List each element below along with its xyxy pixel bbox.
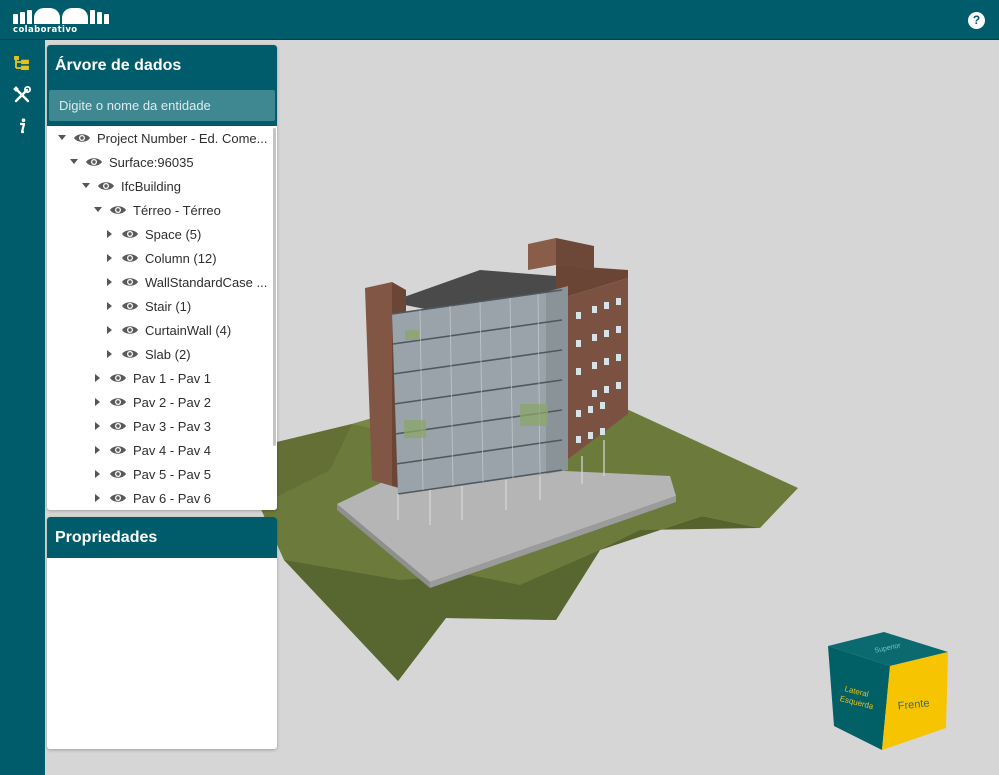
visibility-eye-icon[interactable] xyxy=(85,156,103,168)
tree-item[interactable]: Stair (1) xyxy=(47,294,269,318)
tools-icon xyxy=(13,86,31,103)
caret-right-icon[interactable] xyxy=(105,253,115,263)
caret-down-icon[interactable] xyxy=(57,133,67,143)
caret-down-icon[interactable] xyxy=(69,157,79,167)
caret-right-icon[interactable] xyxy=(93,445,103,455)
tree-item-label[interactable]: Pav 3 - Pav 3 xyxy=(133,419,211,434)
visibility-eye-icon[interactable] xyxy=(109,492,127,504)
visibility-eye-icon[interactable] xyxy=(109,420,127,432)
visibility-eye-icon[interactable] xyxy=(109,468,127,480)
tree-item-label[interactable]: Surface:96035 xyxy=(109,155,194,170)
tree-item[interactable]: Project Number - Ed. Come... xyxy=(47,126,269,150)
tree-item-label[interactable]: Stair (1) xyxy=(145,299,191,314)
visibility-eye-icon[interactable] xyxy=(121,324,139,336)
caret-right-icon[interactable] xyxy=(93,397,103,407)
tree-item[interactable]: CurtainWall (4) xyxy=(47,318,269,342)
caret-right-icon[interactable] xyxy=(93,469,103,479)
tree-item-label[interactable]: Project Number - Ed. Come... xyxy=(97,131,268,146)
logo-mark xyxy=(13,8,109,24)
tree-item[interactable]: Pav 3 - Pav 3 xyxy=(47,414,269,438)
visibility-eye-icon[interactable] xyxy=(73,132,91,144)
info-button[interactable] xyxy=(9,114,35,138)
entity-search-input[interactable] xyxy=(49,90,275,121)
logo-text: colaborativo xyxy=(13,25,78,35)
visibility-eye-icon[interactable] xyxy=(97,180,115,192)
tree-item[interactable]: Pav 5 - Pav 5 xyxy=(47,462,269,486)
info-icon xyxy=(20,118,26,134)
caret-right-icon[interactable] xyxy=(93,421,103,431)
tree-item-label[interactable]: Slab (2) xyxy=(145,347,191,362)
visibility-eye-icon[interactable] xyxy=(109,372,127,384)
caret-right-icon[interactable] xyxy=(105,277,115,287)
tree-item[interactable]: Pav 4 - Pav 4 xyxy=(47,438,269,462)
visibility-eye-icon[interactable] xyxy=(109,396,127,408)
tree-item[interactable]: Space (5) xyxy=(47,222,269,246)
visibility-eye-icon[interactable] xyxy=(121,276,139,288)
visibility-eye-icon[interactable] xyxy=(121,300,139,312)
tree-item-label[interactable]: Térreo - Térreo xyxy=(133,203,221,218)
properties-panel: Propriedades xyxy=(47,517,277,749)
tree-item[interactable]: Pav 6 - Pav 6 xyxy=(47,486,269,510)
view-navigation-cube[interactable]: Superior Lateral Esquerda Frente xyxy=(826,630,950,752)
tree-item[interactable]: Column (12) xyxy=(47,246,269,270)
caret-down-icon[interactable] xyxy=(81,181,91,191)
tree-scrollbar-track[interactable] xyxy=(273,126,277,510)
tree-item-label[interactable]: Pav 6 - Pav 6 xyxy=(133,491,211,506)
tree-item-label[interactable]: Column (12) xyxy=(145,251,217,266)
tree-item[interactable]: Térreo - Térreo xyxy=(47,198,269,222)
top-bar: colaborativo ? xyxy=(0,0,999,40)
tree-item[interactable]: IfcBuilding xyxy=(47,174,269,198)
caret-right-icon[interactable] xyxy=(93,373,103,383)
data-tree-button[interactable] xyxy=(9,51,35,75)
tree-item[interactable]: WallStandardCase ... xyxy=(47,270,269,294)
caret-right-icon[interactable] xyxy=(105,349,115,359)
data-tree: Project Number - Ed. Come... Surface:9603… xyxy=(47,126,277,510)
visibility-eye-icon[interactable] xyxy=(121,228,139,240)
data-tree-title: Árvore de dados xyxy=(47,45,277,86)
data-tree-panel: Árvore de dados Project Number - Ed. Com… xyxy=(47,45,277,510)
properties-title: Propriedades xyxy=(47,517,277,558)
tree-icon xyxy=(14,56,29,70)
caret-right-icon[interactable] xyxy=(105,325,115,335)
tools-button[interactable] xyxy=(9,83,35,107)
entity-search-wrap xyxy=(47,86,277,126)
left-toolbar xyxy=(0,40,45,775)
tree-item-label[interactable]: Pav 2 - Pav 2 xyxy=(133,395,211,410)
caret-right-icon[interactable] xyxy=(93,493,103,503)
tree-scrollbar-thumb[interactable] xyxy=(273,128,276,446)
tree-item-label[interactable]: Space (5) xyxy=(145,227,201,242)
tree-item-label[interactable]: Pav 4 - Pav 4 xyxy=(133,443,211,458)
tree-item-label[interactable]: Pav 1 - Pav 1 xyxy=(133,371,211,386)
tree-item-label[interactable]: WallStandardCase ... xyxy=(145,275,267,290)
visibility-eye-icon[interactable] xyxy=(109,444,127,456)
caret-down-icon[interactable] xyxy=(93,205,103,215)
tree-item[interactable]: Pav 1 - Pav 1 xyxy=(47,366,269,390)
tree-item-label[interactable]: CurtainWall (4) xyxy=(145,323,231,338)
colaborativo-logo[interactable]: colaborativo xyxy=(13,8,109,35)
tree-item-label[interactable]: IfcBuilding xyxy=(121,179,181,194)
tree-item[interactable]: Slab (2) xyxy=(47,342,269,366)
caret-right-icon[interactable] xyxy=(105,301,115,311)
tree-item-label[interactable]: Pav 5 - Pav 5 xyxy=(133,467,211,482)
visibility-eye-icon[interactable] xyxy=(121,252,139,264)
help-button[interactable]: ? xyxy=(968,12,985,29)
tree-item[interactable]: Pav 2 - Pav 2 xyxy=(47,390,269,414)
visibility-eye-icon[interactable] xyxy=(121,348,139,360)
caret-right-icon[interactable] xyxy=(105,229,115,239)
visibility-eye-icon[interactable] xyxy=(109,204,127,216)
tree-item[interactable]: Surface:96035 xyxy=(47,150,269,174)
